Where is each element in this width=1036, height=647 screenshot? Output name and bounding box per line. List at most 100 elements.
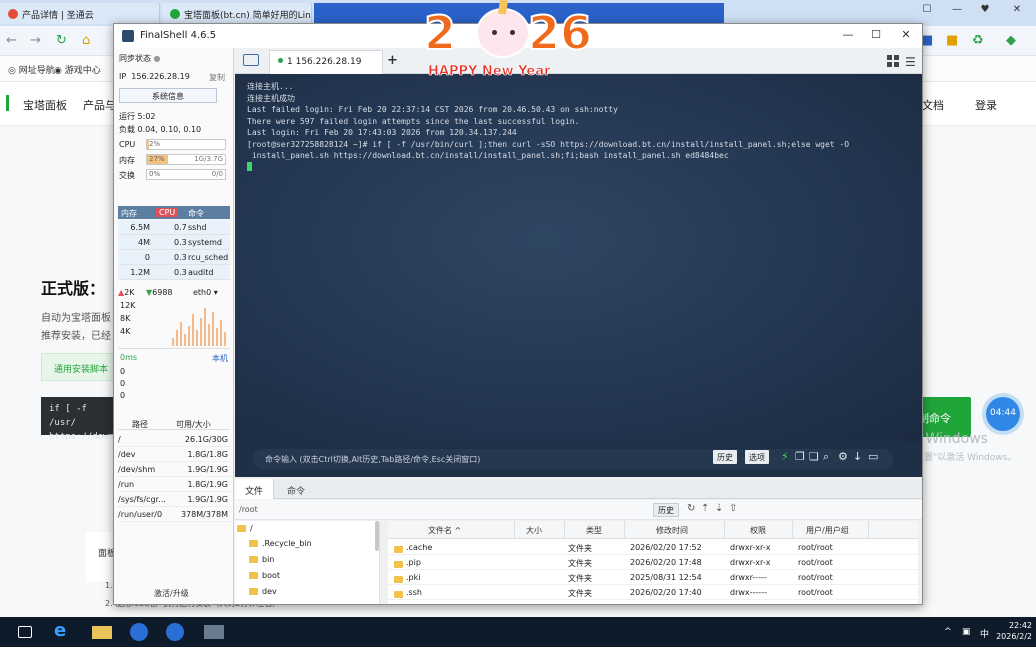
- refresh-icon[interactable]: ↻: [687, 503, 695, 514]
- tray-chevron-icon[interactable]: ^: [944, 627, 952, 637]
- tab-commands[interactable]: 命令: [277, 479, 315, 499]
- download-icon[interactable]: ⇣: [715, 503, 723, 514]
- copy-ip-link[interactable]: 复制: [209, 72, 225, 83]
- site-nav-login[interactable]: 登录: [975, 97, 997, 113]
- upload-folder-icon[interactable]: ⇧: [729, 503, 737, 514]
- tree-item[interactable]: .Recycle_bin: [249, 539, 312, 548]
- clock[interactable]: 22:42 2026/2/2: [996, 620, 1032, 642]
- net-interface-select[interactable]: eth0 ▾: [193, 288, 218, 297]
- col-filename[interactable]: 文件名 ^: [428, 525, 461, 536]
- menu-icon[interactable]: ☰: [905, 55, 916, 69]
- site-nav-products[interactable]: 产品与: [83, 97, 116, 113]
- disk-path: /run/user/0: [118, 510, 163, 519]
- col-permission[interactable]: 权限: [750, 525, 766, 536]
- paste-icon[interactable]: ❏: [809, 450, 819, 463]
- col-memory[interactable]: 内存: [121, 208, 137, 219]
- browser-tab-product[interactable]: 产品详情 | 圣通云: [0, 3, 160, 24]
- minimize-icon[interactable]: —: [838, 28, 858, 44]
- shirt-icon[interactable]: ♥: [976, 4, 994, 20]
- extension-icon[interactable]: ◆: [1006, 33, 1016, 48]
- back-icon[interactable]: ←: [6, 33, 17, 48]
- swap-label: 交换: [119, 171, 135, 180]
- activate-upgrade-link[interactable]: 激活/升级: [154, 588, 189, 599]
- task-view-icon[interactable]: [18, 626, 32, 638]
- site-nav-docs[interactable]: 文档: [922, 97, 944, 113]
- timer-bubble[interactable]: 04:44: [986, 397, 1020, 431]
- file-row[interactable]: .pki 文件夹 2025/08/31 12:54 drwxr----- roo…: [388, 570, 918, 585]
- site-nav-panel[interactable]: 宝塔面板: [23, 97, 67, 113]
- home-icon[interactable]: ⌂: [82, 33, 90, 48]
- file-row[interactable]: .pip 文件夹 2026/02/20 17:48 drwxr-xr-x roo…: [388, 555, 918, 570]
- ime-indicator[interactable]: 中: [980, 627, 989, 640]
- file-row[interactable]: .ssh 文件夹 2026/02/20 17:40 drwx------ roo…: [388, 585, 918, 600]
- tab-list-icon[interactable]: ☐: [918, 4, 936, 20]
- maximize-icon[interactable]: ☐: [866, 28, 886, 44]
- bookmark-games[interactable]: ◉ 游戏中心: [54, 63, 101, 76]
- tree-scrollbar[interactable]: [375, 521, 379, 551]
- col-path[interactable]: 路径: [132, 419, 148, 430]
- explorer-icon[interactable]: [92, 626, 112, 639]
- lightning-icon[interactable]: ⚡: [781, 450, 789, 463]
- path-input[interactable]: /root: [239, 505, 258, 514]
- latency-host[interactable]: 本机: [212, 353, 228, 364]
- extension-icon[interactable]: ♻: [972, 33, 984, 48]
- arrow-down-icon[interactable]: ↓: [853, 450, 862, 463]
- history-button[interactable]: 历史: [713, 450, 737, 464]
- finalshell-taskbar-icon[interactable]: [204, 625, 224, 639]
- disk-row[interactable]: /dev/shm 1.9G/1.9G: [118, 462, 230, 477]
- tab-files[interactable]: 文件: [235, 479, 275, 499]
- session-tab[interactable]: 1 156.226.28.19: [269, 50, 383, 74]
- col-owner[interactable]: 用户/用户组: [806, 525, 849, 536]
- terminal[interactable]: 连接主机... 连接主机成功 Last failed login: Fri Fe…: [235, 74, 922, 441]
- gear-icon[interactable]: ⚙: [838, 450, 848, 463]
- process-row[interactable]: 6.5M 0.7 sshd: [118, 220, 230, 235]
- disk-row[interactable]: /sys/fs/cgr... 1.9G/1.9G: [118, 492, 230, 507]
- bookmark-nav[interactable]: ◎ 网址导航: [8, 63, 55, 76]
- add-tab-icon[interactable]: +: [387, 53, 398, 68]
- install-script-tab[interactable]: 通用安装脚本: [41, 353, 121, 381]
- disk-row[interactable]: /run/user/0 378M/378M: [118, 507, 230, 522]
- file-perm: drwxr-xr-x: [730, 543, 771, 552]
- upload-icon[interactable]: ⇡: [701, 503, 709, 514]
- close-icon[interactable]: ✕: [896, 28, 916, 44]
- file-row[interactable]: .cache 文件夹 2026/02/20 17:52 drwxr-xr-x r…: [388, 540, 918, 555]
- process-row[interactable]: 4M 0.3 systemd: [118, 235, 230, 250]
- tree-item[interactable]: dev: [249, 587, 277, 596]
- browser-icon[interactable]: [166, 623, 184, 641]
- options-button[interactable]: 选项: [745, 450, 769, 464]
- close-icon[interactable]: ✕: [1008, 4, 1026, 20]
- file-name: .pki: [406, 573, 421, 582]
- col-mtime[interactable]: 修改时间: [656, 525, 688, 536]
- disk-row[interactable]: /dev 1.8G/1.8G: [118, 447, 230, 462]
- network-icon[interactable]: ▣: [962, 627, 971, 637]
- browser-icon[interactable]: [130, 623, 148, 641]
- process-row[interactable]: 0 0.3 rcu_sched: [118, 250, 230, 265]
- reload-icon[interactable]: ↻: [56, 33, 67, 48]
- disk-row[interactable]: /run 1.8G/1.9G: [118, 477, 230, 492]
- tree-item[interactable]: boot: [249, 571, 280, 580]
- minimize-icon[interactable]: —: [948, 4, 966, 20]
- process-row[interactable]: 1.2M 0.3 auditd: [118, 265, 230, 280]
- browser-tab-bt[interactable]: 宝塔面板(bt.cn) 简单好用的Linu: [162, 3, 312, 24]
- col-usage[interactable]: 可用/大小: [176, 419, 211, 430]
- forward-icon[interactable]: →: [30, 33, 41, 48]
- extension-icon[interactable]: ■: [946, 33, 958, 48]
- unicorn-face-icon: [476, 0, 530, 58]
- grid-icon[interactable]: [887, 55, 899, 67]
- path-history-button[interactable]: 历史: [653, 503, 679, 517]
- col-type[interactable]: 类型: [586, 525, 602, 536]
- ie-icon[interactable]: e: [54, 620, 74, 641]
- col-size[interactable]: 大小: [526, 525, 542, 536]
- tree-item[interactable]: bin: [249, 555, 274, 564]
- disk-row[interactable]: / 26.1G/30G: [118, 432, 230, 447]
- folder-icon[interactable]: [243, 54, 259, 66]
- col-command[interactable]: 命令: [188, 208, 204, 219]
- system-info-button[interactable]: 系统信息: [119, 88, 217, 103]
- file-owner: root/root: [798, 588, 833, 597]
- col-cpu[interactable]: CPU: [156, 208, 179, 217]
- window-icon[interactable]: ▭: [868, 450, 878, 463]
- search-icon[interactable]: ⌕: [823, 450, 829, 464]
- bt-favicon: [170, 9, 180, 19]
- tree-item-root[interactable]: /: [237, 524, 253, 533]
- copy-icon[interactable]: ❐: [795, 450, 805, 463]
